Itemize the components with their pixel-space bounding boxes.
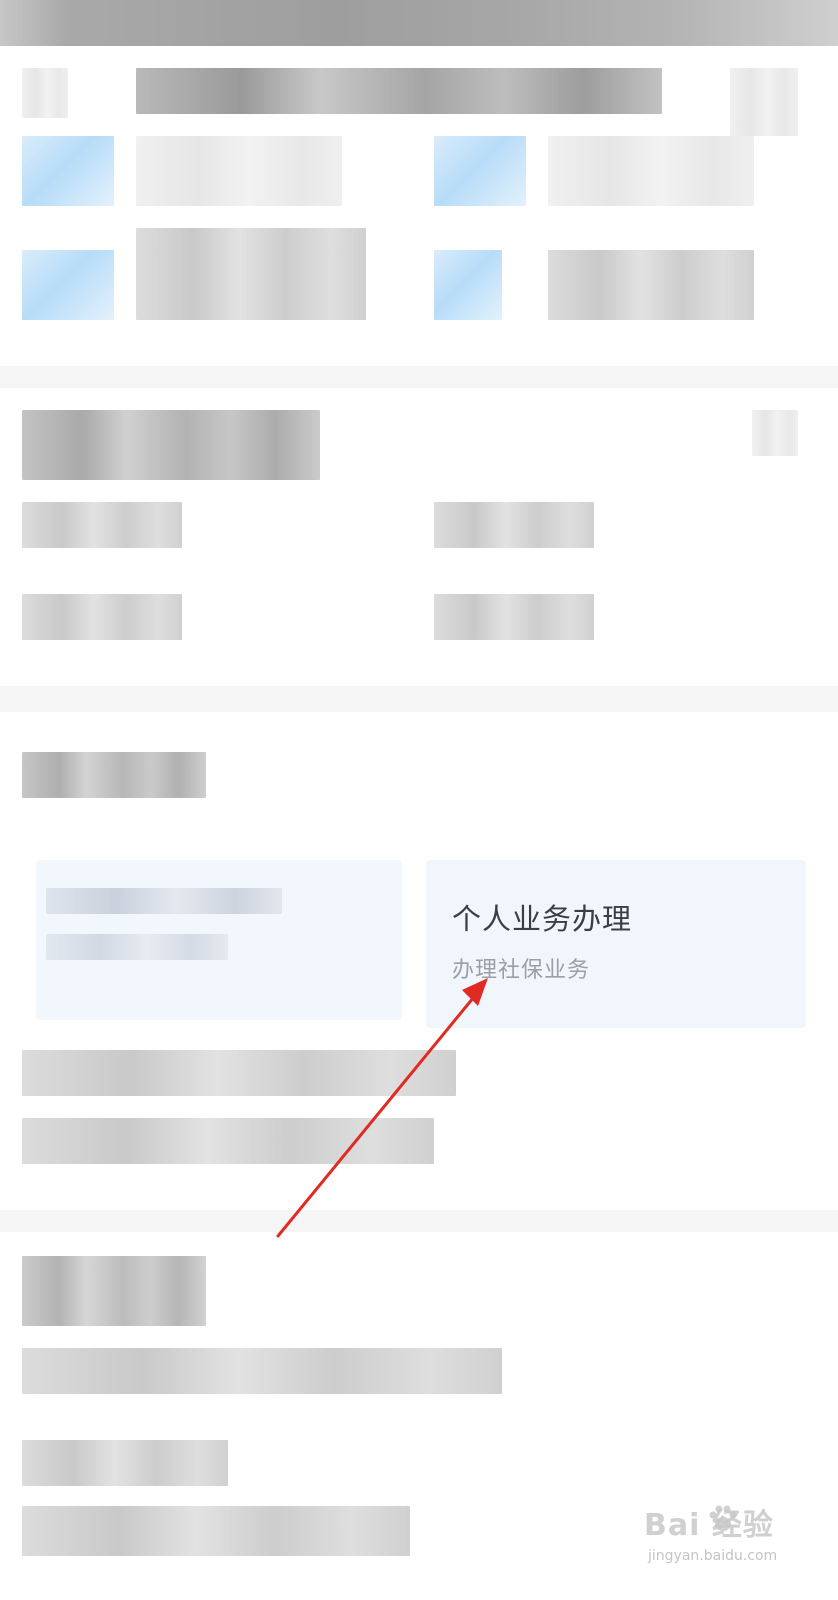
section-2-item-4-blurred[interactable] (434, 594, 594, 640)
section-divider-3 (0, 1210, 838, 1232)
section-4-item-1-blurred[interactable] (22, 1348, 502, 1394)
entry-icon-2[interactable] (434, 136, 526, 206)
section-4-title-blurred (22, 1256, 206, 1326)
service-card-1-subtitle-blurred (46, 934, 228, 960)
entry-text-4-blurred[interactable] (548, 250, 754, 320)
section-2-item-1-blurred[interactable] (22, 502, 182, 548)
entry-text-3-blurred[interactable] (136, 228, 366, 320)
section-2-item-3-blurred[interactable] (22, 594, 182, 640)
back-icon[interactable] (22, 68, 68, 118)
entry-icon-3[interactable] (22, 250, 114, 320)
watermark-url: jingyan.baidu.com (648, 1548, 778, 1564)
arrow-shaft (276, 990, 480, 1238)
section-2-item-2-blurred[interactable] (434, 502, 594, 548)
entry-icon-1[interactable] (22, 136, 114, 206)
entry-icon-4[interactable] (434, 250, 502, 320)
service-card-1[interactable] (36, 860, 402, 1020)
section-2-more-icon[interactable] (752, 410, 798, 456)
section-4-item-2-blurred[interactable] (22, 1440, 228, 1486)
status-bar (0, 0, 838, 46)
baidu-jingyan-watermark: Bai 经验 jingyan.baidu.com (640, 1500, 800, 1580)
social-security-app-page: 个人业务办理 办理社保业务 Bai 经验 jingyan.baidu.com (0, 0, 838, 1600)
header-title-blurred (136, 68, 662, 114)
service-card-1-title-blurred (46, 888, 282, 914)
personal-business-title: 个人业务办理 (452, 902, 633, 936)
service-link-1-blurred[interactable] (22, 1050, 456, 1096)
personal-business-card[interactable]: 个人业务办理 办理社保业务 (426, 860, 806, 1028)
section-divider-2 (0, 686, 838, 712)
entry-text-2-blurred[interactable] (548, 136, 754, 206)
paw-icon (709, 1505, 737, 1531)
section-2-title-blurred (22, 410, 320, 480)
header-action-icon[interactable] (730, 68, 798, 136)
entry-text-1-blurred[interactable] (136, 136, 342, 206)
section-4-item-3-blurred[interactable] (22, 1506, 410, 1556)
section-divider-1 (0, 366, 838, 388)
service-link-2-blurred[interactable] (22, 1118, 434, 1164)
personal-business-subtitle: 办理社保业务 (452, 958, 591, 983)
services-section-title-blurred (22, 752, 206, 798)
